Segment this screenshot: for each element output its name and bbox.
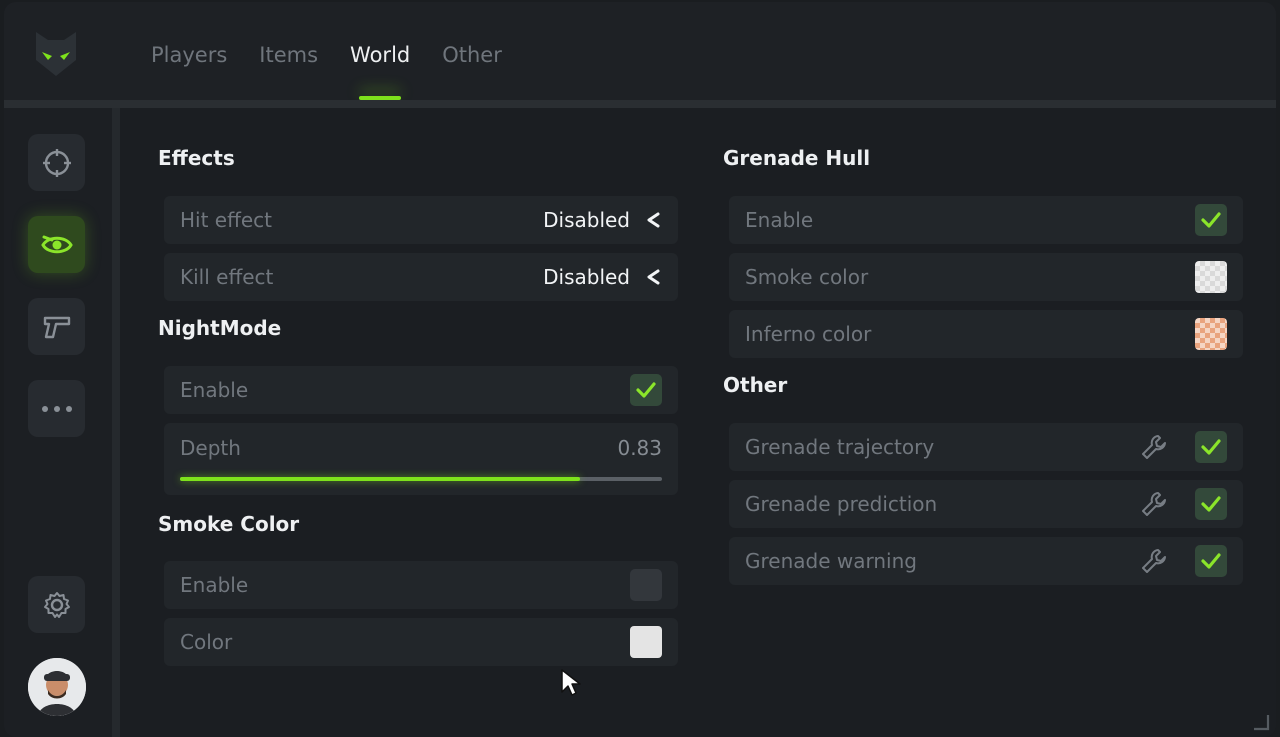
top-bar: Players Items World Other <box>4 2 1276 100</box>
kill-effect-row[interactable]: Kill effect Disabled <box>164 253 678 301</box>
sidebar <box>4 108 112 737</box>
settings-button[interactable] <box>28 576 85 633</box>
sidebar-item-aim[interactable] <box>28 134 85 191</box>
grenade-warning-label: Grenade warning <box>745 549 917 573</box>
top-divider <box>4 100 1276 108</box>
crosshair-icon <box>42 148 71 177</box>
hit-effect-value: Disabled <box>543 208 630 232</box>
grenade-trajectory-row: Grenade trajectory <box>729 423 1243 471</box>
checkmark-icon <box>1201 439 1221 455</box>
checkmark-icon <box>636 382 656 398</box>
grenade-hull-enable-checkbox[interactable] <box>1195 204 1227 236</box>
pistol-icon <box>43 316 70 338</box>
depth-slider[interactable] <box>180 477 662 481</box>
chevron-left-icon[interactable] <box>644 268 662 286</box>
hit-effect-row[interactable]: Hit effect Disabled <box>164 196 678 244</box>
mouse-cursor-icon <box>561 669 581 696</box>
wrench-icon[interactable] <box>1139 546 1169 576</box>
grenade-hull-enable-label: Enable <box>745 208 814 232</box>
chevron-left-icon[interactable] <box>644 211 662 229</box>
kill-effect-value: Disabled <box>543 265 630 289</box>
resize-handle-icon[interactable] <box>1250 711 1270 731</box>
smoke-enable-checkbox[interactable] <box>630 569 662 601</box>
grenade-hull-enable-row: Enable <box>729 196 1243 244</box>
kill-effect-label: Kill effect <box>180 265 274 289</box>
logo-icon <box>36 32 76 76</box>
smoke-color-swatch[interactable] <box>630 626 662 658</box>
grenade-hull-title: Grenade Hull <box>723 146 871 170</box>
avatar-icon <box>28 658 86 716</box>
grenade-warning-checkbox[interactable] <box>1195 545 1227 577</box>
smoke-hull-color-row: Smoke color <box>729 253 1243 301</box>
smoke-enable-row: Enable <box>164 561 678 609</box>
depth-slider-fill <box>180 477 581 481</box>
smoke-hull-color-swatch[interactable] <box>1195 261 1227 293</box>
avatar[interactable] <box>28 658 86 716</box>
sidebar-item-weapons[interactable] <box>28 298 85 355</box>
sidebar-divider <box>112 108 120 737</box>
smoke-color-row: Color <box>164 618 678 666</box>
grenade-prediction-label: Grenade prediction <box>745 492 938 516</box>
smoke-color-title: Smoke Color <box>158 512 300 536</box>
inferno-color-swatch[interactable] <box>1195 318 1227 350</box>
tab-items[interactable]: Items <box>259 38 318 72</box>
checkmark-icon <box>1201 553 1221 569</box>
more-dots-icon <box>41 405 72 412</box>
sidebar-item-more[interactable] <box>28 380 85 437</box>
menu-window: Players Items World Other Effects Hit ef… <box>4 2 1276 737</box>
grenade-trajectory-checkbox[interactable] <box>1195 431 1227 463</box>
sidebar-item-visuals[interactable] <box>28 216 85 273</box>
checkmark-icon <box>1201 212 1221 228</box>
other-title: Other <box>723 373 788 397</box>
world-panel: Effects Hit effect Disabled Kill effect … <box>120 108 1276 737</box>
inferno-color-label: Inferno color <box>745 322 872 346</box>
depth-label: Depth <box>180 436 241 460</box>
nav-tabs: Players Items World Other <box>151 38 534 72</box>
smoke-color-label: Color <box>180 630 233 654</box>
checkmark-icon <box>1201 496 1221 512</box>
settings-gear-icon <box>43 591 70 618</box>
depth-slider-row: Depth 0.83 <box>164 423 678 495</box>
nightmode-enable-label: Enable <box>180 378 249 402</box>
smoke-hull-color-label: Smoke color <box>745 265 869 289</box>
grenade-warning-row: Grenade warning <box>729 537 1243 585</box>
wrench-icon[interactable] <box>1139 489 1169 519</box>
hit-effect-label: Hit effect <box>180 208 273 232</box>
effects-title: Effects <box>158 146 235 170</box>
tab-world[interactable]: World <box>350 38 410 72</box>
tab-other[interactable]: Other <box>442 38 502 72</box>
nightmode-enable-checkbox[interactable] <box>630 374 662 406</box>
grenade-prediction-checkbox[interactable] <box>1195 488 1227 520</box>
grenade-trajectory-label: Grenade trajectory <box>745 435 935 459</box>
inferno-color-row: Inferno color <box>729 310 1243 358</box>
nightmode-enable-row: Enable <box>164 366 678 414</box>
smoke-enable-label: Enable <box>180 573 249 597</box>
tab-players[interactable]: Players <box>151 38 227 72</box>
nightmode-title: NightMode <box>158 316 282 340</box>
grenade-prediction-row: Grenade prediction <box>729 480 1243 528</box>
depth-value: 0.83 <box>617 436 662 460</box>
eye-icon <box>40 235 73 253</box>
wrench-icon[interactable] <box>1139 432 1169 462</box>
